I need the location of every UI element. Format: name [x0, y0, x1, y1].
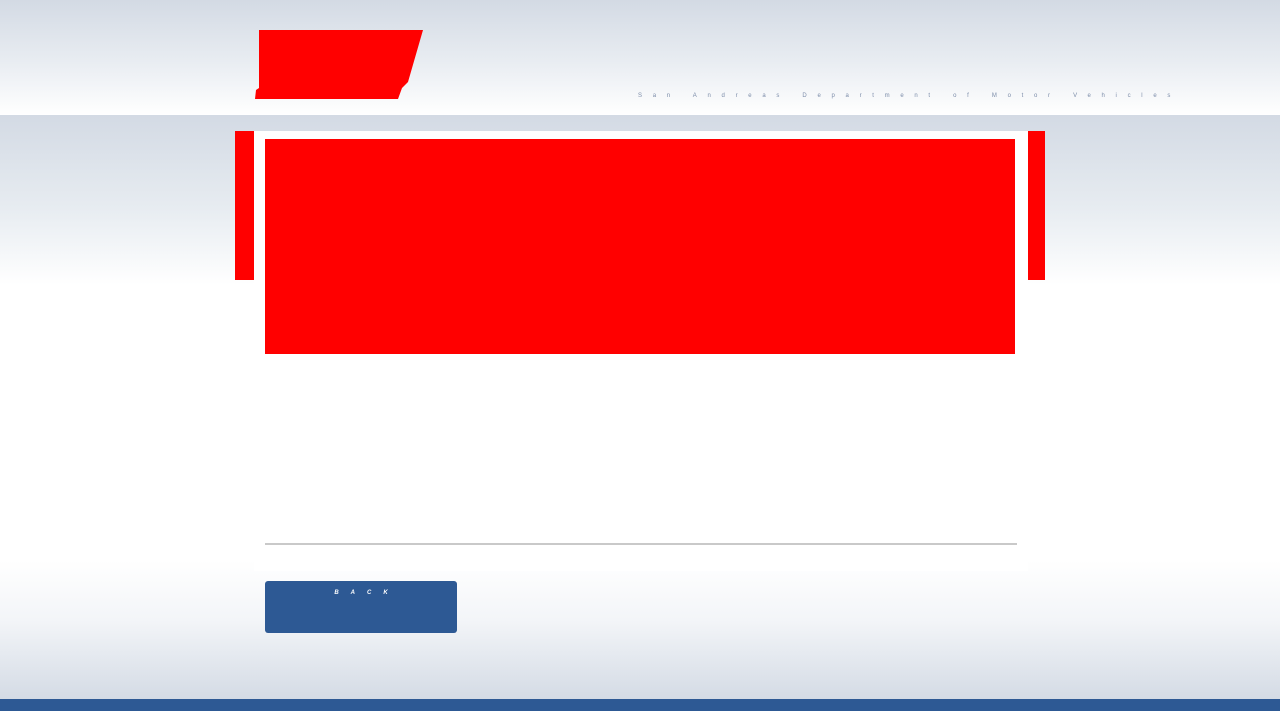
hero-banner — [265, 139, 1015, 354]
site-header: San Andreas Department of Motor Vehicles — [0, 0, 1280, 115]
site-tagline: San Andreas Department of Motor Vehicles — [638, 93, 1182, 99]
footer-bar — [0, 699, 1280, 711]
back-button-label: BACK — [334, 590, 400, 596]
left-accent-strip — [235, 131, 254, 280]
back-button[interactable]: BACK — [265, 581, 457, 633]
right-accent-strip — [1028, 131, 1045, 280]
site-logo[interactable] — [255, 30, 423, 99]
content-divider — [265, 543, 1017, 545]
